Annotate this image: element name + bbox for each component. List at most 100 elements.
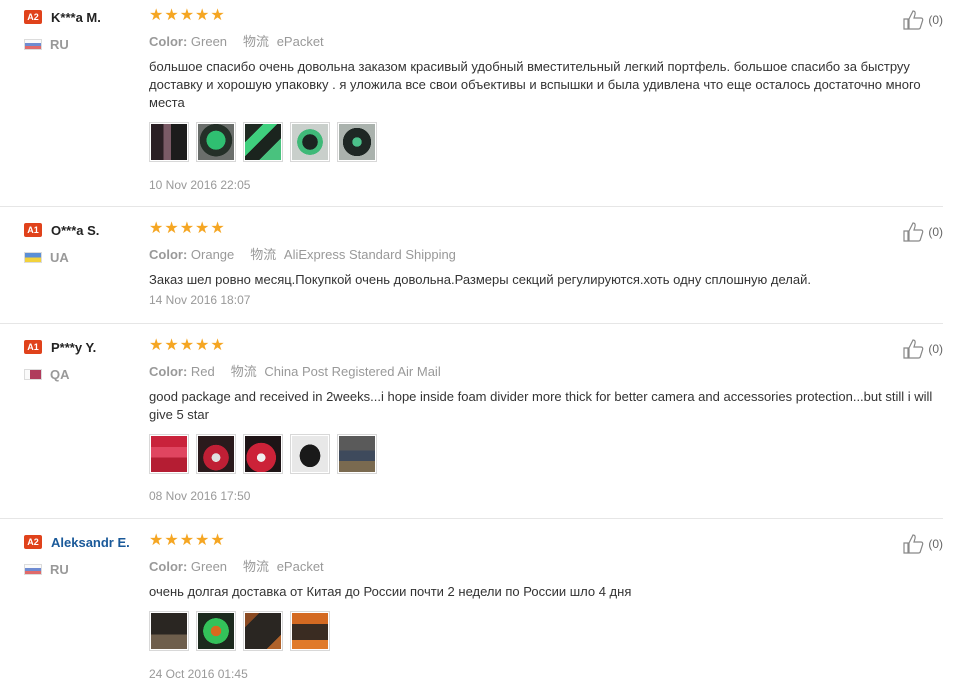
country-flag-icon bbox=[24, 563, 42, 575]
review-photo[interactable] bbox=[196, 122, 236, 162]
star-icon: ★ bbox=[210, 337, 225, 354]
helpful-button[interactable]: (0) bbox=[903, 534, 943, 554]
country-code: UA bbox=[50, 249, 69, 265]
review-body: ★ ★ ★ ★ ★ Color: Green 物流 ePacket большое спа… bbox=[149, 8, 934, 192]
color-value: Red bbox=[190, 364, 215, 379]
review-photo[interactable] bbox=[196, 611, 236, 651]
reviewer-name[interactable]: K***a M. bbox=[51, 10, 101, 25]
review-item: A1 O***a S. UA ★ ★ ★ ★ ★ Color: Orange 物流 Ali… bbox=[0, 207, 943, 324]
logistics-label: 物流 bbox=[230, 364, 257, 379]
review-photo[interactable] bbox=[243, 611, 283, 651]
reviewer-info: A2 Aleksandr E. RU bbox=[24, 534, 144, 577]
helpful-button[interactable]: (0) bbox=[903, 222, 943, 242]
review-text: очень долгая доставка от Китая до России… bbox=[149, 584, 632, 599]
thumbs-up-icon bbox=[903, 10, 924, 30]
thumbs-up-icon bbox=[903, 339, 924, 359]
level-badge: A2 bbox=[24, 10, 42, 24]
review-body: ★ ★ ★ ★ ★ Color: Green 物流 ePacket очень долга… bbox=[149, 533, 934, 681]
review-photo[interactable] bbox=[243, 434, 283, 474]
order-info: Color: Orange 物流 AliExpress Standard Ship… bbox=[149, 244, 934, 263]
shipping-method: China Post Registered Air Mail bbox=[264, 364, 441, 379]
review-text: good package and received in 2weeks...i … bbox=[149, 389, 933, 422]
country-flag-icon bbox=[24, 38, 42, 50]
review-text: Заказ шел ровно месяц.Покупкой очень дов… bbox=[149, 272, 811, 287]
helpful-count: (0) bbox=[928, 13, 943, 27]
star-icon: ★ bbox=[179, 220, 195, 237]
color-label: Color: bbox=[149, 34, 188, 49]
star-icon: ★ bbox=[179, 532, 195, 549]
logistics-label: 物流 bbox=[250, 247, 277, 262]
star-icon: ★ bbox=[195, 532, 210, 549]
star-icon: ★ bbox=[179, 337, 195, 354]
review-photo[interactable] bbox=[290, 611, 330, 651]
review-item: A2 K***a M. RU ★ ★ ★ ★ ★ Color: Green 物流 ePac… bbox=[0, 0, 943, 207]
review-body: ★ ★ ★ ★ ★ Color: Orange 物流 AliExpress Standar… bbox=[149, 221, 934, 308]
level-badge: A1 bbox=[24, 340, 42, 354]
review-photos bbox=[149, 122, 934, 162]
color-label: Color: bbox=[149, 247, 188, 262]
helpful-count: (0) bbox=[928, 537, 943, 551]
review-photo[interactable] bbox=[149, 434, 189, 474]
rating-stars: ★ ★ ★ ★ ★ bbox=[149, 338, 934, 354]
reviewer-name[interactable]: O***a S. bbox=[51, 223, 99, 238]
level-badge: A2 bbox=[24, 535, 42, 549]
rating-stars: ★ ★ ★ ★ ★ bbox=[149, 221, 934, 237]
review-item: A2 Aleksandr E. RU ★ ★ ★ ★ ★ Color: Green 物流 … bbox=[0, 519, 943, 688]
level-badge: A1 bbox=[24, 223, 42, 237]
logistics-label: 物流 bbox=[243, 559, 270, 574]
country-code: RU bbox=[50, 36, 69, 52]
star-icon: ★ bbox=[149, 532, 164, 549]
country-flag-icon bbox=[24, 368, 42, 380]
helpful-count: (0) bbox=[928, 225, 943, 239]
reviewer-name[interactable]: P***y Y. bbox=[51, 340, 96, 355]
thumbs-up-icon bbox=[903, 222, 924, 242]
order-info: Color: Green 物流 ePacket bbox=[149, 556, 934, 575]
helpful-count: (0) bbox=[928, 342, 943, 356]
helpful-button[interactable]: (0) bbox=[903, 10, 943, 30]
review-photo[interactable] bbox=[290, 434, 330, 474]
country-code: QA bbox=[50, 366, 70, 382]
review-photo[interactable] bbox=[337, 434, 377, 474]
reviewer-info: A1 O***a S. UA bbox=[24, 222, 144, 265]
review-body: ★ ★ ★ ★ ★ Color: Red 物流 China Post Registered… bbox=[149, 338, 934, 503]
order-info: Color: Red 物流 China Post Registered Air M… bbox=[149, 361, 934, 380]
review-date: 14 Nov 2016 18:07 bbox=[149, 293, 251, 307]
star-icon: ★ bbox=[164, 337, 179, 354]
thumbs-up-icon bbox=[903, 534, 924, 554]
review-text: большое спасибо очень довольна заказом к… bbox=[149, 59, 921, 110]
star-icon: ★ bbox=[149, 220, 164, 237]
review-photo[interactable] bbox=[149, 122, 189, 162]
order-info: Color: Green 物流 ePacket bbox=[149, 31, 934, 50]
reviews-list: A2 K***a M. RU ★ ★ ★ ★ ★ Color: Green 物流 ePac… bbox=[0, 0, 967, 688]
star-icon: ★ bbox=[195, 337, 210, 354]
star-icon: ★ bbox=[164, 532, 179, 549]
star-icon: ★ bbox=[179, 7, 195, 24]
star-icon: ★ bbox=[164, 220, 179, 237]
review-photo[interactable] bbox=[243, 122, 283, 162]
review-photo[interactable] bbox=[337, 122, 377, 162]
country-flag-icon bbox=[24, 251, 42, 263]
star-icon: ★ bbox=[195, 7, 210, 24]
shipping-method: AliExpress Standard Shipping bbox=[283, 247, 456, 262]
review-photo[interactable] bbox=[149, 611, 189, 651]
star-icon: ★ bbox=[149, 7, 164, 24]
star-icon: ★ bbox=[210, 7, 225, 24]
helpful-button[interactable]: (0) bbox=[903, 339, 943, 359]
star-icon: ★ bbox=[149, 337, 164, 354]
reviewer-info: A2 K***a M. RU bbox=[24, 9, 144, 52]
review-date: 10 Nov 2016 22:05 bbox=[149, 178, 251, 192]
star-icon: ★ bbox=[164, 7, 179, 24]
rating-stars: ★ ★ ★ ★ ★ bbox=[149, 533, 934, 549]
star-icon: ★ bbox=[210, 532, 225, 549]
color-value: Orange bbox=[190, 247, 235, 262]
logistics-label: 物流 bbox=[243, 34, 270, 49]
review-photo[interactable] bbox=[290, 122, 330, 162]
color-value: Green bbox=[190, 34, 228, 49]
reviewer-name[interactable]: Aleksandr E. bbox=[51, 535, 130, 550]
review-photo[interactable] bbox=[196, 434, 236, 474]
star-icon: ★ bbox=[195, 220, 210, 237]
shipping-method: ePacket bbox=[276, 559, 324, 574]
review-date: 08 Nov 2016 17:50 bbox=[149, 489, 251, 503]
color-label: Color: bbox=[149, 559, 188, 574]
shipping-method: ePacket bbox=[276, 34, 324, 49]
